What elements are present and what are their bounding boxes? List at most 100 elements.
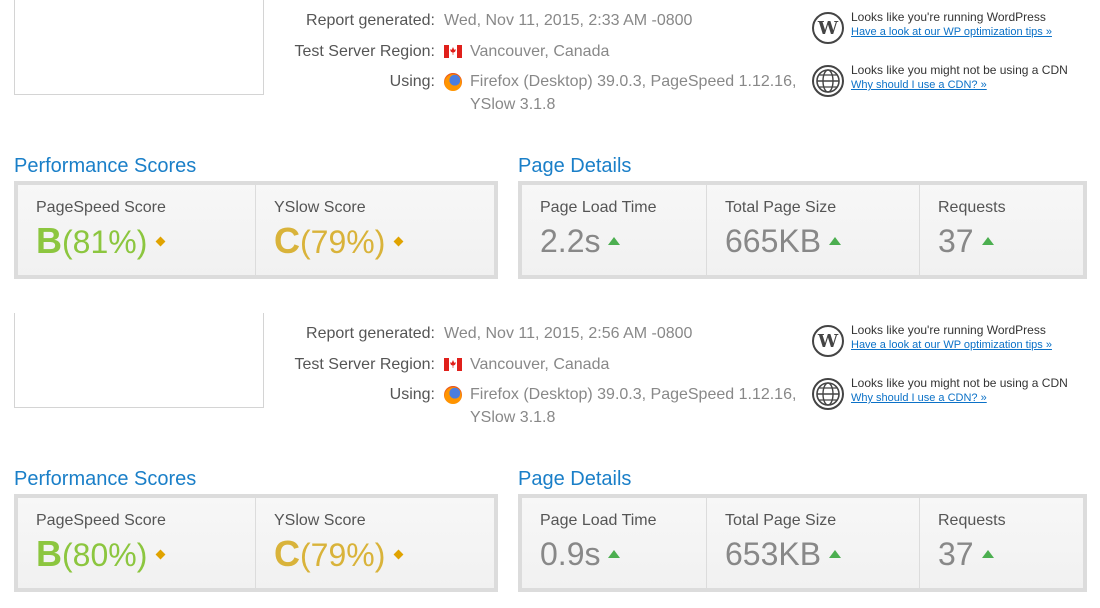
yslow-score-value: C(79%) xyxy=(274,533,404,575)
using-row: Using: Firefox (Desktop) 39.0.3, PageSpe… xyxy=(0,383,800,407)
globe-icon xyxy=(812,378,844,410)
using-value-line1: Firefox (Desktop) 39.0.3, PageSpeed 1.12… xyxy=(470,73,797,90)
wp-optimization-tips-link[interactable]: Have a look at our WP optimization tips … xyxy=(851,339,1052,351)
yslow-score-cell: YSlow Score C(79%) xyxy=(256,185,494,275)
total-page-size-label: Total Page Size xyxy=(725,199,837,216)
pagespeed-grade: B xyxy=(36,220,62,261)
report-2: Report generated: Wed, Nov 11, 2015, 2:5… xyxy=(0,313,1100,608)
pagespeed-score-cell: PageSpeed Score B(80%) xyxy=(18,498,256,588)
test-server-region-label: Test Server Region: xyxy=(294,356,435,373)
up-arrow-icon xyxy=(608,549,621,558)
pagespeed-score-value: B(81%) xyxy=(36,220,166,262)
total-page-size-cell: Total Page Size 665KB xyxy=(707,185,920,275)
wordpress-icon: W xyxy=(812,325,844,357)
cdn-hint: Looks like you might not be using a CDN … xyxy=(812,63,1092,103)
pagespeed-score-label: PageSpeed Score xyxy=(36,199,166,216)
requests-value: 37 xyxy=(938,221,994,261)
using-row-continued: YSlow 3.1.8 xyxy=(0,93,800,117)
wordpress-hint-title: Looks like you're running WordPress xyxy=(851,323,1046,337)
requests-cell: Requests 37 xyxy=(920,185,1083,275)
score-change-icon xyxy=(155,236,166,247)
using-value-line2: YSlow 3.1.8 xyxy=(470,409,556,426)
report-generated-value: Wed, Nov 11, 2015, 2:33 AM -0800 xyxy=(444,12,693,29)
firefox-icon xyxy=(444,386,462,404)
canada-flag-icon xyxy=(444,45,462,58)
test-server-region-value: Vancouver, Canada xyxy=(470,43,610,60)
canada-flag-icon xyxy=(444,358,462,371)
up-arrow-icon xyxy=(981,236,994,245)
total-page-size-value: 665KB xyxy=(725,221,842,261)
page-load-time-label: Page Load Time xyxy=(540,512,657,529)
wordpress-hint-title: Looks like you're running WordPress xyxy=(851,10,1046,24)
wordpress-hint: W Looks like you're running WordPress Ha… xyxy=(812,10,1092,50)
report-generated-label: Report generated: xyxy=(306,325,435,342)
using-value-line1: Firefox (Desktop) 39.0.3, PageSpeed 1.12… xyxy=(470,386,797,403)
cdn-hint-title: Looks like you might not be using a CDN xyxy=(851,63,1068,77)
score-change-icon xyxy=(393,236,404,247)
requests-number: 37 xyxy=(938,223,974,259)
total-page-size-number: 653KB xyxy=(725,536,822,572)
test-server-region-label: Test Server Region: xyxy=(294,43,435,60)
globe-icon xyxy=(812,65,844,97)
yslow-percent: (79%) xyxy=(300,224,386,260)
up-arrow-icon xyxy=(829,549,842,558)
pagespeed-grade: B xyxy=(36,533,62,574)
yslow-percent: (79%) xyxy=(300,537,386,573)
using-label: Using: xyxy=(389,386,435,403)
why-use-cdn-link[interactable]: Why should I use a CDN? » xyxy=(851,392,987,404)
cdn-hint-title: Looks like you might not be using a CDN xyxy=(851,376,1068,390)
performance-scores-panel: PageSpeed Score B(81%) YSlow Score C(79%… xyxy=(14,181,498,279)
report-generated-row: Report generated: Wed, Nov 11, 2015, 2:3… xyxy=(0,9,800,33)
total-page-size-value: 653KB xyxy=(725,534,842,574)
page-load-time-cell: Page Load Time 0.9s xyxy=(522,498,707,588)
page-load-time-number: 0.9s xyxy=(540,536,601,572)
wp-optimization-tips-link[interactable]: Have a look at our WP optimization tips … xyxy=(851,26,1052,38)
requests-value: 37 xyxy=(938,534,994,574)
test-server-region-row: Test Server Region: Vancouver, Canada xyxy=(0,40,800,64)
report-generated-value: Wed, Nov 11, 2015, 2:56 AM -0800 xyxy=(444,325,693,342)
total-page-size-label: Total Page Size xyxy=(725,512,837,529)
using-row-continued: YSlow 3.1.8 xyxy=(0,406,800,430)
page-details-title: Page Details xyxy=(518,155,632,177)
up-arrow-icon xyxy=(829,236,842,245)
pagespeed-score-label: PageSpeed Score xyxy=(36,512,166,529)
firefox-icon xyxy=(444,73,462,91)
requests-label: Requests xyxy=(938,199,1006,216)
pagespeed-score-value: B(80%) xyxy=(36,533,166,575)
up-arrow-icon xyxy=(981,549,994,558)
performance-scores-title: Performance Scores xyxy=(14,468,197,490)
total-page-size-cell: Total Page Size 653KB xyxy=(707,498,920,588)
page-details-panel: Page Load Time 0.9s Total Page Size 653K… xyxy=(518,494,1087,592)
total-page-size-number: 665KB xyxy=(725,223,822,259)
up-arrow-icon xyxy=(608,236,621,245)
pagespeed-score-cell: PageSpeed Score B(81%) xyxy=(18,185,256,275)
performance-scores-panel: PageSpeed Score B(80%) YSlow Score C(79%… xyxy=(14,494,498,592)
page-load-time-value: 2.2s xyxy=(540,221,621,261)
score-change-icon xyxy=(155,549,166,560)
yslow-score-label: YSlow Score xyxy=(274,199,366,216)
why-use-cdn-link[interactable]: Why should I use a CDN? » xyxy=(851,79,987,91)
wordpress-hint: W Looks like you're running WordPress Ha… xyxy=(812,323,1092,363)
pagespeed-percent: (80%) xyxy=(62,537,148,573)
yslow-score-label: YSlow Score xyxy=(274,512,366,529)
yslow-score-value: C(79%) xyxy=(274,220,404,262)
page-load-time-cell: Page Load Time 2.2s xyxy=(522,185,707,275)
report-generated-row: Report generated: Wed, Nov 11, 2015, 2:5… xyxy=(0,322,800,346)
page-load-time-label: Page Load Time xyxy=(540,199,657,216)
test-server-region-value: Vancouver, Canada xyxy=(470,356,610,373)
using-value-line2: YSlow 3.1.8 xyxy=(470,96,556,113)
page-details-title: Page Details xyxy=(518,468,632,490)
page-load-time-value: 0.9s xyxy=(540,534,621,574)
yslow-grade: C xyxy=(274,533,300,574)
performance-scores-title: Performance Scores xyxy=(14,155,197,177)
page-load-time-number: 2.2s xyxy=(540,223,601,259)
report-1: Report generated: Wed, Nov 11, 2015, 2:3… xyxy=(0,0,1100,295)
cdn-hint: Looks like you might not be using a CDN … xyxy=(812,376,1092,416)
yslow-grade: C xyxy=(274,220,300,261)
requests-number: 37 xyxy=(938,536,974,572)
test-server-region-row: Test Server Region: Vancouver, Canada xyxy=(0,353,800,377)
wordpress-icon: W xyxy=(812,12,844,44)
requests-label: Requests xyxy=(938,512,1006,529)
page-details-panel: Page Load Time 2.2s Total Page Size 665K… xyxy=(518,181,1087,279)
report-generated-label: Report generated: xyxy=(306,12,435,29)
